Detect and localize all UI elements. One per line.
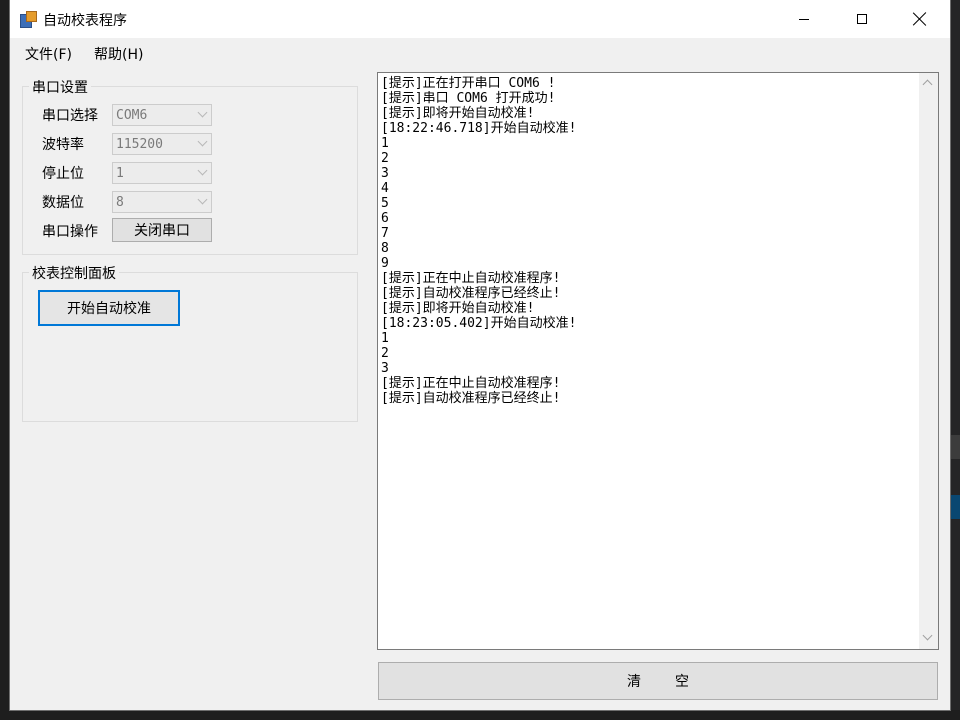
menu-help[interactable]: 帮助(H) [94,44,143,64]
log-line: [提示]正在打开串口 COM6 ! [381,76,556,91]
background-editor-left [0,0,10,720]
log-textbox[interactable]: [提示]正在打开串口 COM6 ! [提示]串口 COM6 打开成功! [提示]即将… [377,72,939,650]
window-title: 自动校表程序 [43,13,127,29]
minimize-icon [799,18,809,20]
log-line: 5 [381,196,389,211]
log-scrollbar[interactable] [919,73,938,649]
maximize-icon [857,14,867,24]
log-line: [提示]即将开始自动校准! [381,106,535,121]
chevron-down-icon [197,136,208,147]
chevron-down-icon [197,194,208,205]
app-window: 自动校表程序 文件(F) 帮助(H) 串口设置 串口选择 COM6 波特率 11… [10,0,950,710]
background-tab [950,435,960,459]
log-content: [提示]正在打开串口 COM6 ! [提示]串口 COM6 打开成功! [提示]即将… [381,76,911,406]
start-calibration-button[interactable]: 开始自动校准 [38,290,180,326]
log-line: [提示]正在中止自动校准程序! [381,271,561,286]
baud-value: 115200 [116,137,163,152]
minimize-button[interactable] [775,0,833,38]
chevron-down-icon [197,107,208,118]
background-editor-bottom [0,710,960,720]
log-line: 2 [381,151,389,166]
port-label: 串口选择 [42,108,98,124]
log-line: 3 [381,166,389,181]
operation-label: 串口操作 [42,224,98,240]
log-line: 9 [381,256,389,271]
log-line: 1 [381,331,389,346]
databits-select[interactable]: 8 [112,191,212,213]
scroll-up-icon[interactable] [922,79,933,90]
title-bar[interactable]: 自动校表程序 [10,0,950,38]
port-value: COM6 [116,108,148,123]
log-line: 8 [381,241,389,256]
stopbits-value: 1 [116,166,124,181]
chevron-down-icon [197,165,208,176]
log-line: [18:23:05.402]开始自动校准! [381,316,577,331]
log-line: 3 [381,361,389,376]
background-editor-right [950,0,960,720]
port-select[interactable]: COM6 [112,104,212,126]
control-panel-title: 校表控制面板 [29,263,119,283]
app-icon [20,11,37,28]
maximize-button[interactable] [833,0,891,38]
log-line: [提示]串口 COM6 打开成功! [381,91,556,106]
close-icon [913,12,927,26]
baud-select[interactable]: 115200 [112,133,212,155]
log-line: 4 [381,181,389,196]
log-line: [提示]自动校准程序已经终止! [381,391,561,406]
log-line: [提示]即将开始自动校准! [381,301,535,316]
scroll-down-icon[interactable] [922,630,933,641]
stopbits-select[interactable]: 1 [112,162,212,184]
log-line: 6 [381,211,389,226]
log-line: 2 [381,346,389,361]
log-line: [提示]正在中止自动校准程序! [381,376,561,391]
databits-value: 8 [116,195,124,210]
log-line: [提示]自动校准程序已经终止! [381,286,561,301]
menu-file[interactable]: 文件(F) [25,44,72,64]
menu-bar: 文件(F) 帮助(H) [10,38,950,66]
close-port-button[interactable]: 关闭串口 [112,218,212,242]
close-button[interactable] [891,0,949,38]
stopbits-label: 停止位 [42,166,84,182]
databits-label: 数据位 [42,195,84,211]
log-line: [18:22:46.718]开始自动校准! [381,121,577,136]
baud-label: 波特率 [42,137,84,153]
clear-button[interactable]: 清空 [378,662,938,700]
log-line: 1 [381,136,389,151]
background-tab [950,495,960,519]
log-line: 7 [381,226,389,241]
serial-settings-title: 串口设置 [29,77,91,97]
